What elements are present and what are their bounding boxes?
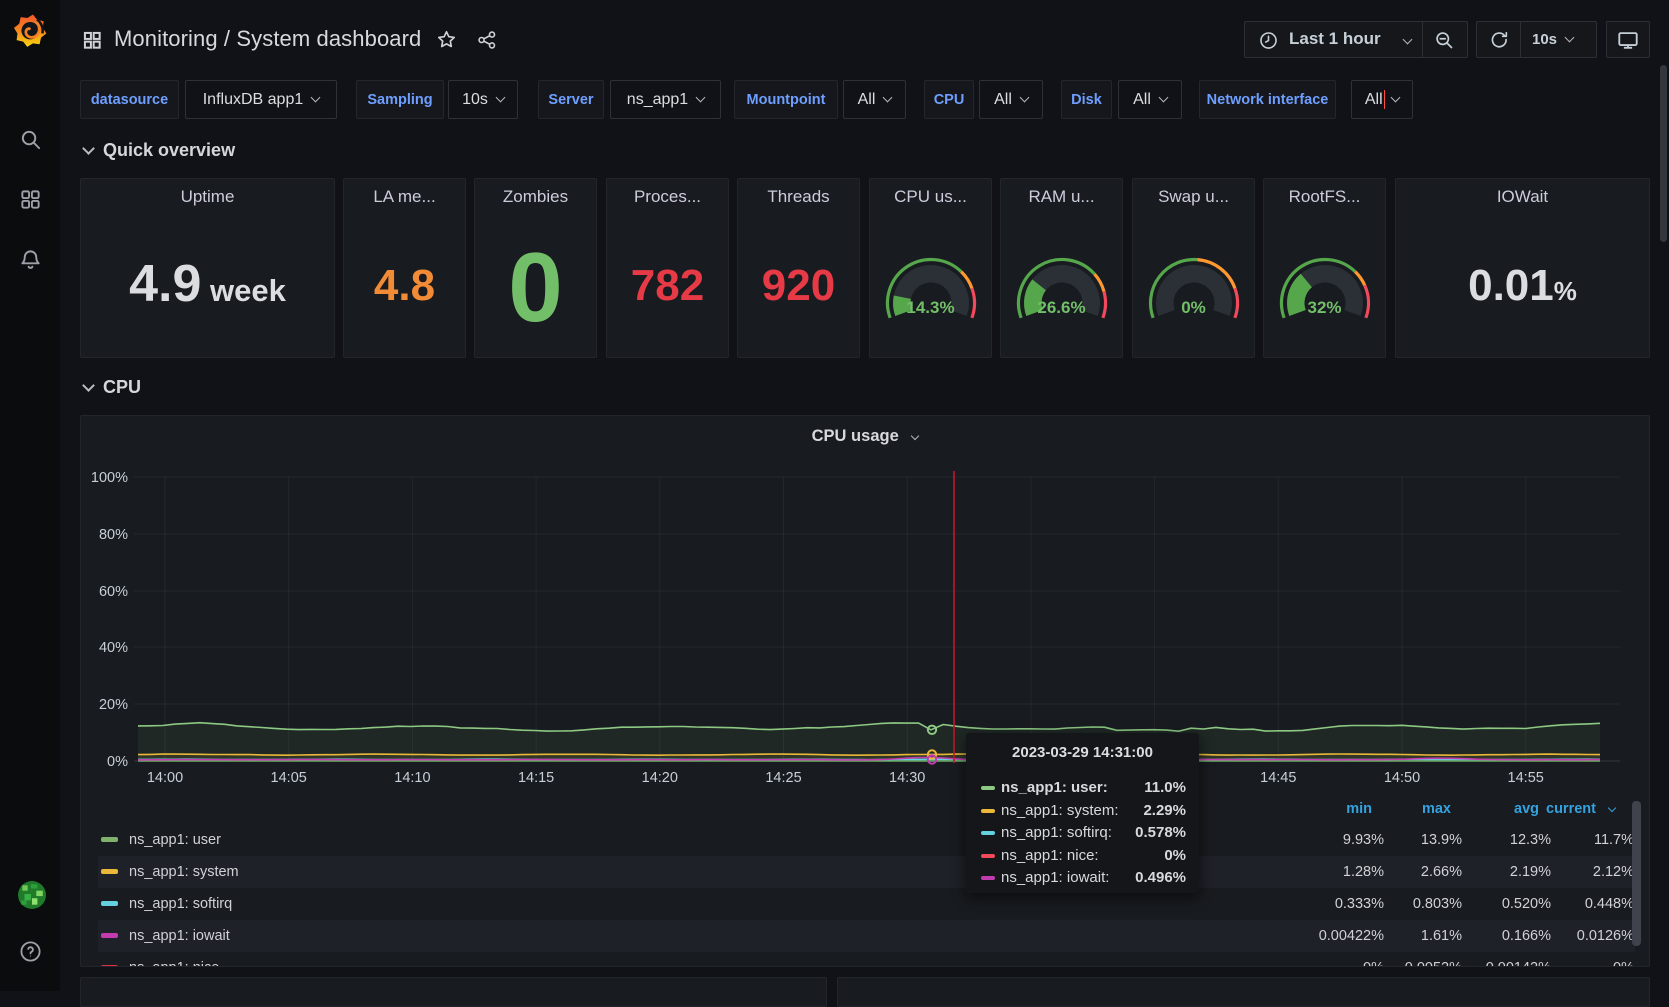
- svg-text:20%: 20%: [99, 697, 128, 713]
- svg-text:14:50: 14:50: [1384, 770, 1420, 786]
- svg-text:60%: 60%: [99, 584, 128, 600]
- svg-text:14:20: 14:20: [642, 770, 678, 786]
- svg-text:14:00: 14:00: [147, 770, 183, 786]
- svg-text:14:55: 14:55: [1508, 770, 1544, 786]
- svg-text:14:05: 14:05: [271, 770, 307, 786]
- svg-text:80%: 80%: [99, 527, 128, 543]
- svg-text:14:30: 14:30: [889, 770, 925, 786]
- svg-text:0%: 0%: [107, 754, 128, 770]
- svg-text:14:45: 14:45: [1260, 770, 1296, 786]
- svg-text:14:10: 14:10: [394, 770, 430, 786]
- svg-text:100%: 100%: [91, 470, 128, 486]
- svg-text:14:25: 14:25: [765, 770, 801, 786]
- svg-text:40%: 40%: [99, 640, 128, 656]
- svg-text:14:15: 14:15: [518, 770, 554, 786]
